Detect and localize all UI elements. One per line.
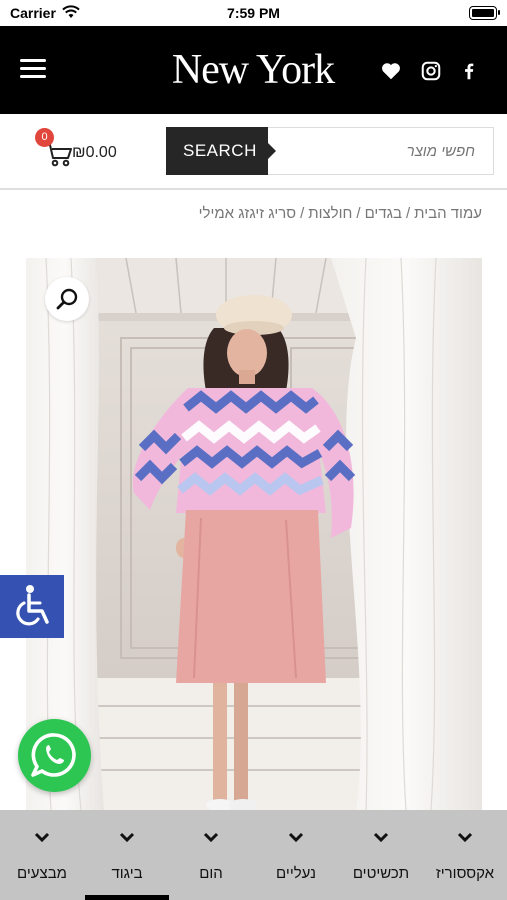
accessibility-button[interactable]: [0, 575, 64, 638]
breadcrumb-home[interactable]: עמוד הבית: [414, 205, 482, 222]
wheelchair-icon: [16, 585, 49, 626]
facebook-icon[interactable]: [458, 60, 480, 82]
site-header: New York: [0, 26, 507, 114]
site-logo[interactable]: New York: [140, 46, 366, 94]
chevron-down-icon: [457, 832, 473, 843]
menu-icon[interactable]: [20, 59, 46, 79]
category-nav: אקססוריז תכשיטים נעליים הום ביגוד מבצעים: [0, 810, 507, 900]
whatsapp-icon: [31, 733, 76, 777]
category-label: אקססוריז: [435, 865, 495, 882]
search-icon: [56, 288, 78, 310]
chevron-down-icon: [373, 832, 389, 843]
breadcrumb: עמוד הבית/בגדים/חולצות/סריג זיגזג אמילי: [198, 205, 482, 222]
instagram-icon[interactable]: [420, 60, 442, 82]
category-clothing[interactable]: ביגוד: [85, 810, 169, 900]
search-input[interactable]: [266, 127, 494, 175]
product-image[interactable]: [26, 258, 482, 810]
search-button[interactable]: SEARCH: [166, 127, 276, 175]
heart-icon[interactable]: [380, 60, 402, 82]
category-label: הום: [199, 865, 223, 882]
whatsapp-button[interactable]: [18, 719, 91, 792]
category-jewelry[interactable]: תכשיטים: [339, 810, 423, 900]
category-sales[interactable]: מבצעים: [0, 810, 84, 900]
breadcrumb-clothing[interactable]: בגדים: [365, 205, 402, 222]
search-bar-row: SEARCH 0 ₪0.00: [0, 114, 507, 190]
category-label: מבצעים: [17, 865, 67, 882]
category-label: תכשיטים: [352, 865, 410, 882]
chevron-down-icon: [288, 832, 304, 843]
breadcrumb-shirts[interactable]: חולצות: [308, 205, 352, 222]
active-tab-indicator: [85, 895, 169, 900]
zoom-button[interactable]: [45, 277, 89, 321]
breadcrumb-current-product: סריג זיגזג אמילי: [198, 205, 297, 222]
category-label: נעליים: [276, 865, 316, 882]
cart-total[interactable]: ₪0.00: [72, 144, 117, 162]
clock: 7:59 PM: [227, 5, 280, 21]
cart-count-badge: 0: [35, 128, 54, 147]
status-bar: Carrier 7:59 PM: [0, 0, 507, 26]
chevron-down-icon: [119, 832, 135, 843]
category-label: ביגוד: [111, 865, 143, 882]
category-home[interactable]: הום: [169, 810, 253, 900]
battery-icon: [469, 6, 500, 20]
chevron-down-icon: [203, 832, 219, 843]
category-accessories[interactable]: אקססוריז: [423, 810, 507, 900]
category-shoes[interactable]: נעליים: [254, 810, 338, 900]
chevron-down-icon: [34, 832, 50, 843]
